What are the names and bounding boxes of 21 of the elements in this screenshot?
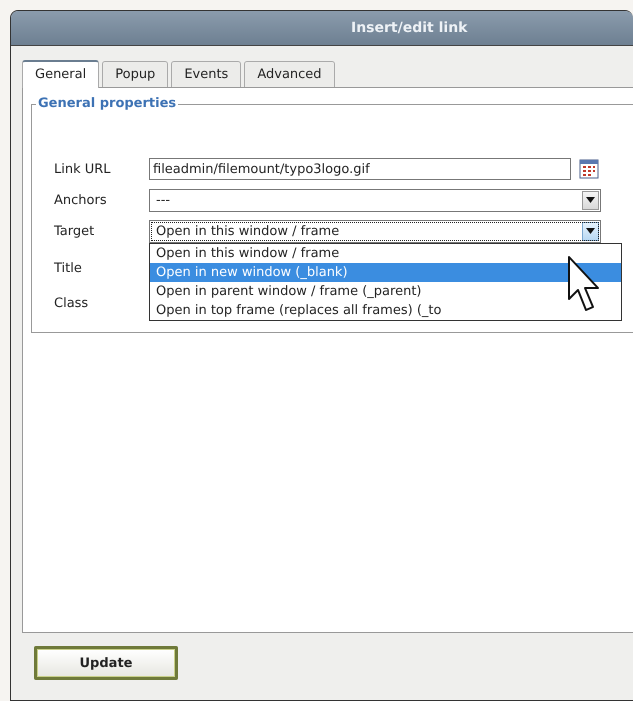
tab[interactable]: Advanced xyxy=(244,61,335,87)
caret-icon xyxy=(582,222,599,240)
tab[interactable]: Popup xyxy=(102,61,168,87)
dropdown-option[interactable]: Open in parent window / frame (_parent) xyxy=(150,282,621,300)
group-legend: General properties xyxy=(36,96,178,111)
caret-icon xyxy=(582,190,599,210)
dropdown[interactable]: Open in this window / frame xyxy=(149,220,601,242)
url-field[interactable]: fileadmin/filemount/typo3logo.gif xyxy=(149,158,571,180)
window-title: Insert/edit link xyxy=(351,20,468,36)
field-label: Title xyxy=(54,261,83,276)
field-label: Link URL xyxy=(54,162,112,176)
dropdown-option[interactable]: Open in this window / frame xyxy=(150,244,621,262)
dropdown[interactable]: --- xyxy=(149,188,601,212)
field-label: Class xyxy=(54,296,90,311)
tab[interactable]: Events xyxy=(171,61,242,87)
field-label: Target xyxy=(54,224,96,238)
field-label: Anchors xyxy=(54,192,108,208)
browse-icon[interactable] xyxy=(579,159,599,179)
update-button[interactable]: Update xyxy=(34,646,178,680)
tab[interactable]: General xyxy=(22,60,100,88)
dropdown-option[interactable]: Open in top frame (replaces all frames) (_to xyxy=(150,300,621,320)
